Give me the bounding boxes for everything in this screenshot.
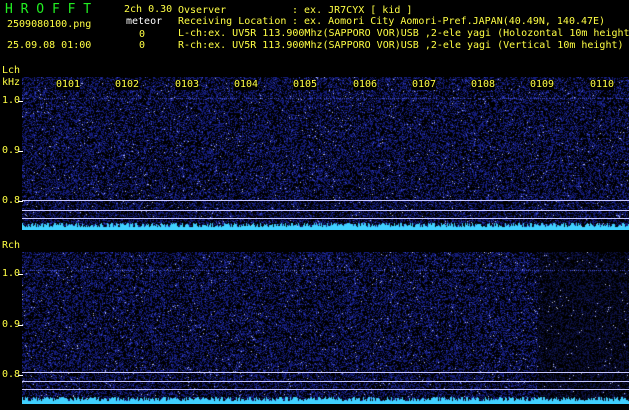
time-label: 0107 [412,79,437,90]
time-label: 0106 [353,79,378,90]
lch-marker-line [22,218,629,219]
lch-marker-line [22,210,629,211]
rch-title: Rch [2,240,21,251]
rch-marker-line [22,372,629,373]
rch-description: R-ch:ex. UV5R 113.900Mhz(SAPPORO VOR)USB… [178,40,624,51]
rch-tick-mark [18,375,23,376]
location-value: : ex. Aomori City Aomori-Pref.JAPAN(40.4… [292,16,606,27]
lch-description: L-ch:ex. UV5R 113.900Mhz(SAPPORO VOR)USB… [178,28,629,39]
datetime-label: 25.09.08 01:00 [7,40,92,51]
time-label: 0108 [471,79,496,90]
time-label: 0110 [590,79,615,90]
time-label: 0109 [530,79,555,90]
lch-spectrogram [22,77,629,230]
mode-label: meteor [126,16,163,27]
lch-tick-mark [18,101,23,102]
lch-count: 0 [139,29,146,40]
rch-count: 0 [139,40,146,51]
time-label: 0104 [234,79,259,90]
rch-tick-mark [18,325,23,326]
app-logo: H R O F F T [5,2,92,17]
lch-tick-mark [18,201,23,202]
lch-title: Lch [2,65,21,76]
observer-label: Ovserver [178,5,227,16]
time-label: 0103 [175,79,200,90]
location-label: Receiving Location [178,16,287,27]
rch-marker-line [22,389,629,390]
filename-label: 2509080100.png [7,19,92,30]
time-label: 0102 [115,79,140,90]
observer-value: : ex. JR7CYX [ kid ] [292,5,413,16]
lch-unit: kHz [2,77,21,88]
lch-tick-mark [18,151,23,152]
time-label: 0105 [293,79,318,90]
time-label: 0101 [56,79,81,90]
rch-marker-line [22,381,629,382]
version-label: 2ch 0.30 [124,4,173,15]
lch-marker-line [22,200,629,201]
rch-tick-mark [18,274,23,275]
